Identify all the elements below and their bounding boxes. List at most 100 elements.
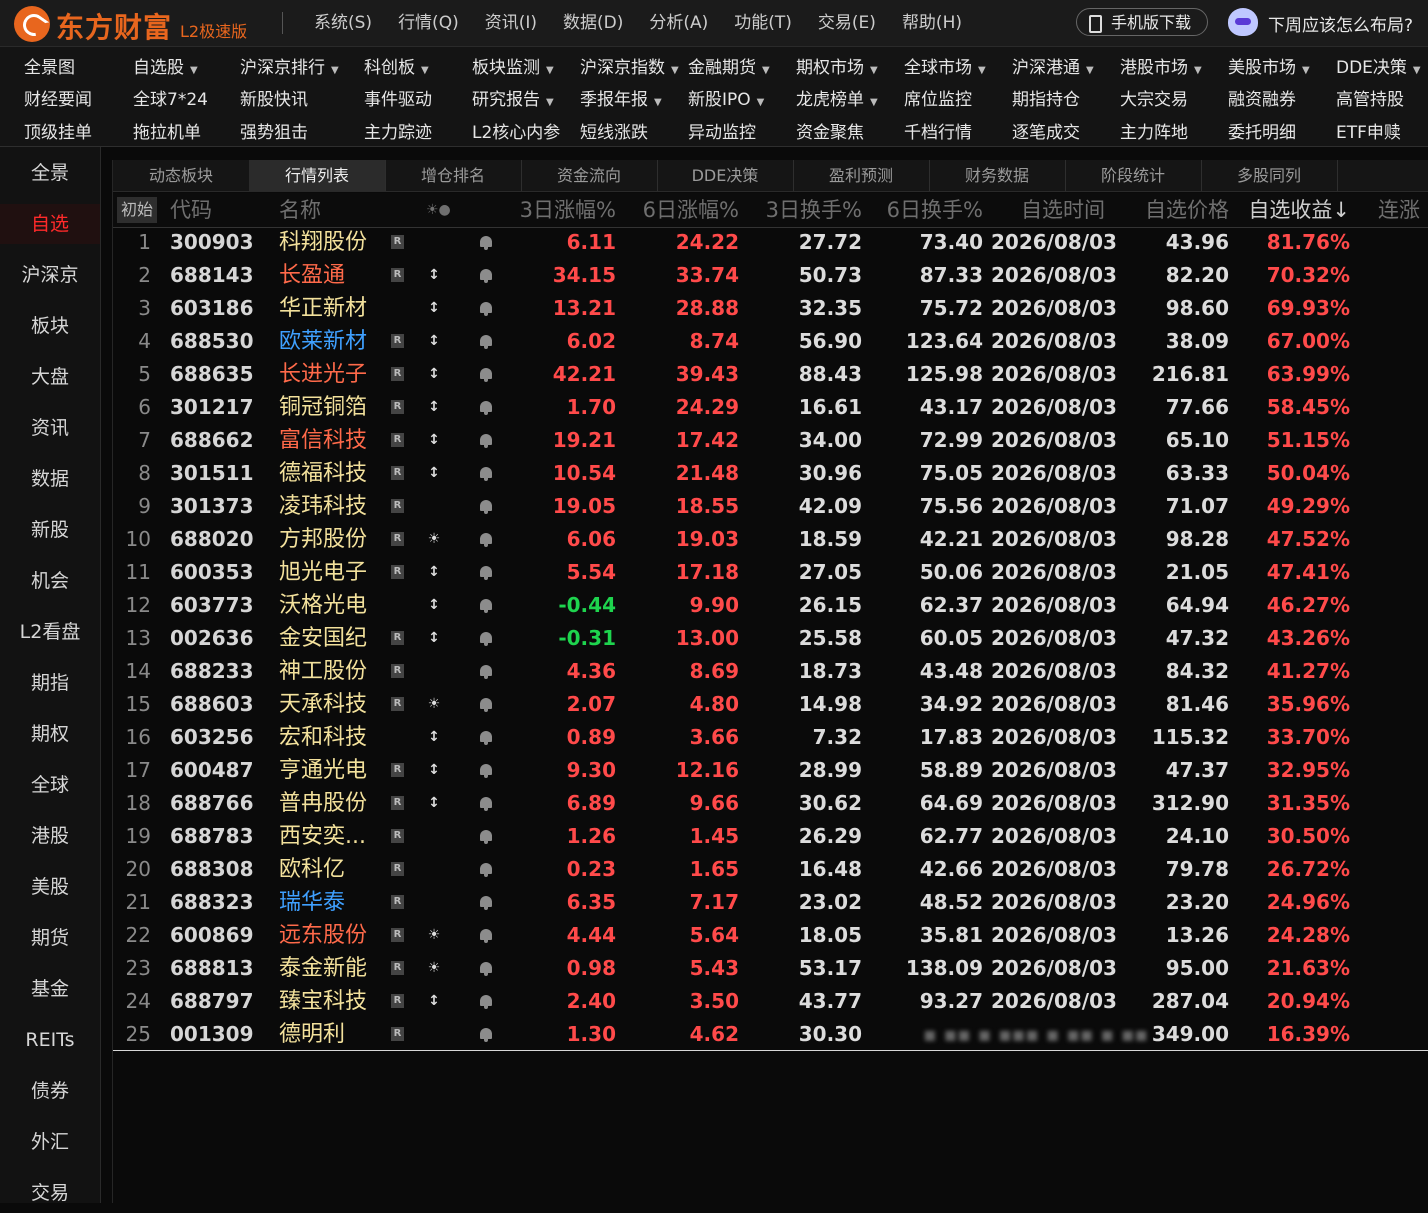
sidebar-item[interactable]: 债券 — [0, 1071, 100, 1111]
stock-code[interactable]: 688783 — [170, 820, 254, 853]
stock-code[interactable]: 301511 — [170, 457, 254, 490]
col-watch-gain-sorted[interactable]: 自选收益↓ — [1237, 193, 1350, 227]
nav-item[interactable]: 板块监测 ▼ — [472, 53, 554, 78]
table-row[interactable]: 7 688662 富信科技 R ↕ 19.21 17.42 34.00 72.99 2026/08… — [113, 424, 1428, 457]
menu-item[interactable]: 行情(Q) — [398, 10, 459, 36]
table-row[interactable]: 6 301217 铜冠铜箔 R ↕ 1.70 24.29 16.61 43.17 2026/08/… — [113, 391, 1428, 424]
table-row[interactable]: 3 603186 华正新材 ↕ 13.21 28.88 32.35 75.72 2026/08/… — [113, 292, 1428, 325]
sidebar-item[interactable]: 期指 — [0, 663, 100, 703]
nav-item[interactable]: L2核心内参 — [472, 118, 560, 143]
menu-item[interactable]: 系统(S) — [314, 10, 372, 36]
nav-item[interactable]: 研究报告 ▼ — [472, 85, 554, 110]
alert-bell-icon[interactable] — [480, 500, 492, 514]
nav-item[interactable]: 龙虎榜单 ▼ — [796, 85, 878, 110]
nav-item[interactable]: 委托明细 — [1228, 118, 1296, 143]
stock-code[interactable]: 600487 — [170, 754, 254, 787]
stock-name[interactable]: 宏和科技 — [279, 721, 367, 754]
table-row[interactable]: 22 600869 远东股份 R ☀ 4.44 5.64 18.05 35.81 2026/08/… — [113, 919, 1428, 952]
alert-bell-icon[interactable] — [480, 434, 492, 448]
stock-code[interactable]: 688635 — [170, 358, 254, 391]
nav-item[interactable]: 财经要闻 — [24, 85, 92, 110]
nav-item[interactable]: ETF申赎 — [1336, 118, 1401, 143]
stock-name[interactable]: 旭光电子 — [279, 556, 367, 589]
table-row[interactable]: 17 600487 亨通光电 R ↕ 9.30 12.16 28.99 58.89 2026/08… — [113, 754, 1428, 787]
alert-bell-icon[interactable] — [480, 632, 492, 646]
nav-item[interactable]: 异动监控 — [688, 118, 756, 143]
stock-code[interactable]: 688603 — [170, 688, 254, 721]
stock-code[interactable]: 600353 — [170, 556, 254, 589]
nav-item[interactable]: 千档行情 — [904, 118, 972, 143]
stock-name[interactable]: 欧科亿 — [279, 853, 345, 886]
nav-item[interactable]: 高管持股 — [1336, 85, 1404, 110]
nav-item[interactable]: 期权市场 ▼ — [796, 53, 878, 78]
table-row[interactable]: 19 688783 西安奕... R 1.26 1.45 26.29 62.77 2026/08… — [113, 820, 1428, 853]
alert-bell-icon[interactable] — [480, 467, 492, 481]
stock-name[interactable]: 瑞华泰 — [279, 886, 345, 919]
stock-name[interactable]: 科翔股份 — [279, 226, 367, 259]
sidebar-item[interactable]: 数据 — [0, 459, 100, 499]
tab-item[interactable]: 行情列表 — [249, 160, 386, 191]
stock-code[interactable]: 001309 — [170, 1018, 254, 1051]
alert-bell-icon[interactable] — [480, 698, 492, 712]
table-row[interactable]: 23 688813 泰金新能 R ☀ 0.98 5.43 53.17 138.09 2026/08… — [113, 952, 1428, 985]
table-row[interactable]: 18 688766 普冉股份 R ↕ 6.89 9.66 30.62 64.69 2026/08/… — [113, 787, 1428, 820]
tab-item[interactable]: 资金流向 — [521, 160, 658, 191]
stock-name[interactable]: 西安奕... — [279, 820, 366, 853]
menu-item[interactable]: 分析(A) — [649, 10, 708, 36]
table-row[interactable]: 20 688308 欧科亿 R 0.23 1.65 16.48 42.66 2026/08/03… — [113, 853, 1428, 886]
alert-bell-icon[interactable] — [480, 764, 492, 778]
sidebar-item[interactable]: 港股 — [0, 816, 100, 856]
sidebar-item[interactable]: 期货 — [0, 918, 100, 958]
nav-item[interactable]: 资金聚焦 — [796, 118, 864, 143]
table-row[interactable]: 5 688635 长进光子 R ↕ 42.21 39.43 88.43 125.98 2026/0… — [113, 358, 1428, 391]
table-row[interactable]: 8 301511 德福科技 R ↕ 10.54 21.48 30.96 75.05 2026/08… — [113, 457, 1428, 490]
stock-code[interactable]: 600869 — [170, 919, 254, 952]
col-streak[interactable]: 连涨 — [1378, 193, 1420, 227]
nav-item[interactable]: 科创板 ▼ — [364, 53, 429, 78]
nav-item[interactable]: 顶级挂单 — [24, 118, 92, 143]
nav-item[interactable]: 拖拉机单 — [133, 118, 201, 143]
table-row[interactable]: 15 688603 天承科技 R ☀ 2.07 4.80 14.98 34.92 2026/08/… — [113, 688, 1428, 721]
nav-item[interactable]: 逐笔成交 — [1012, 118, 1080, 143]
col-name[interactable]: 名称 — [279, 193, 321, 227]
menu-item[interactable]: 资讯(I) — [485, 10, 537, 36]
nav-item[interactable]: 新股IPO ▼ — [688, 85, 764, 110]
stock-code[interactable]: 301217 — [170, 391, 254, 424]
table-row[interactable]: 10 688020 方邦股份 R ☀ 6.06 19.03 18.59 42.21 2026/08… — [113, 523, 1428, 556]
sidebar-item[interactable]: 自选 — [0, 204, 100, 244]
nav-item[interactable]: 融资融券 — [1228, 85, 1296, 110]
stock-code[interactable]: 603773 — [170, 589, 254, 622]
menu-item[interactable]: 交易(E) — [818, 10, 876, 36]
stock-name[interactable]: 泰金新能 — [279, 952, 367, 985]
stock-name[interactable]: 德明利 — [279, 1018, 345, 1051]
sidebar-item[interactable]: 全景 — [0, 153, 100, 193]
alert-bell-icon[interactable] — [480, 665, 492, 679]
stock-code[interactable]: 688813 — [170, 952, 254, 985]
sidebar-item[interactable]: 期权 — [0, 714, 100, 754]
stock-code[interactable]: 688797 — [170, 985, 254, 1018]
stock-code[interactable]: 688020 — [170, 523, 254, 556]
alert-bell-icon[interactable] — [480, 797, 492, 811]
nav-item[interactable]: 沪深港通 ▼ — [1012, 53, 1094, 78]
stock-name[interactable]: 欧莱新材 — [279, 325, 367, 358]
sidebar-item[interactable]: 外汇 — [0, 1122, 100, 1162]
stock-name[interactable]: 铜冠铜箔 — [279, 391, 367, 424]
col-flags[interactable]: ☀● — [426, 193, 451, 227]
nav-item[interactable]: 大宗交易 — [1120, 85, 1188, 110]
stock-code[interactable]: 688766 — [170, 787, 254, 820]
table-row[interactable]: 1 300903 科翔股份 R 6.11 24.22 27.72 73.40 2026/08/0… — [113, 226, 1428, 259]
stock-name[interactable]: 金安国纪 — [279, 622, 367, 655]
stock-code[interactable]: 300903 — [170, 226, 254, 259]
table-row[interactable]: 9 301373 凌玮科技 R 19.05 18.55 42.09 75.56 2026/08/… — [113, 490, 1428, 523]
stock-name[interactable]: 德福科技 — [279, 457, 367, 490]
sidebar-item[interactable]: 新股 — [0, 510, 100, 550]
tab-item[interactable]: 增仓排名 — [385, 160, 522, 191]
stock-name[interactable]: 方邦股份 — [279, 523, 367, 556]
table-row[interactable]: 24 688797 臻宝科技 R ↕ 2.40 3.50 43.77 93.27 2026/08/… — [113, 985, 1428, 1018]
table-row[interactable]: 14 688233 神工股份 R 4.36 8.69 18.73 43.48 2026/08/0… — [113, 655, 1428, 688]
col-3day-turnover[interactable]: 3日换手% — [749, 193, 862, 227]
stock-name[interactable]: 长盈通 — [279, 259, 345, 292]
stock-code[interactable]: 688530 — [170, 325, 254, 358]
mobile-download-button[interactable]: 手机版下载 — [1076, 8, 1208, 36]
nav-item[interactable]: 沪深京排行 ▼ — [240, 53, 339, 78]
